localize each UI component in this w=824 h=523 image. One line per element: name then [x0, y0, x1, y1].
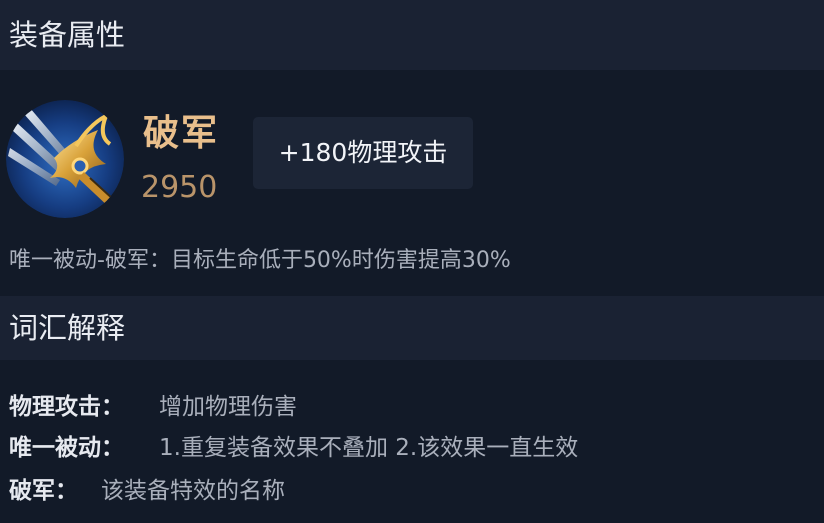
broken-army-trident-icon: [6, 100, 124, 218]
attack-stat-badge: +180物理攻击: [253, 117, 473, 189]
attack-stat-text: +180物理攻击: [278, 138, 448, 167]
glossary-definition: 该装备特效的名称: [101, 478, 285, 504]
attributes-section-header: 装备属性: [0, 0, 824, 70]
glossary-row: 物理攻击： 增加物理伤害: [9, 387, 297, 421]
glossary-definition: 1.重复装备效果不叠加 2.该效果一直生效: [159, 435, 579, 461]
item-name: 破军: [143, 113, 220, 154]
glossary-definition: 增加物理伤害: [159, 394, 297, 420]
glossary-section-header: 词汇解释: [0, 296, 824, 360]
glossary-term: 破军：: [9, 478, 78, 504]
glossary-term: 唯一被动：: [9, 435, 124, 461]
passive-description: 唯一被动-破军：目标生命低于50%时伤害提高30%: [9, 248, 511, 273]
glossary-row: 唯一被动： 1.重复装备效果不叠加 2.该效果一直生效: [9, 428, 578, 462]
glossary-row: 破军： 该装备特效的名称: [9, 471, 285, 505]
item-price: 2950: [141, 170, 218, 205]
glossary-term: 物理攻击：: [9, 394, 124, 420]
equipment-detail-panel: 装备属性 破军 2950 +180物理攻击 唯一被动-破军：目标生命低于50%时…: [0, 0, 824, 523]
glossary-section-title: 词汇解释: [9, 311, 126, 345]
attributes-section-title: 装备属性: [9, 18, 126, 52]
